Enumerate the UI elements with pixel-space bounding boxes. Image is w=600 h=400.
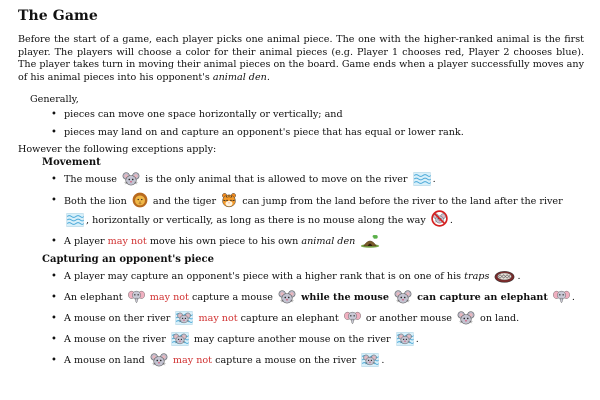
rule-text: capture a mouse on the river (215, 355, 357, 366)
rule-text: A mouse on land (64, 355, 145, 366)
rule-emphasis: animal den (301, 236, 356, 247)
rule-text: Both the lion (64, 196, 127, 207)
rule-text: . (432, 174, 436, 185)
mouse-in-river-icon (361, 353, 379, 367)
no-mouse-icon (431, 210, 448, 227)
trap-icon (494, 269, 515, 283)
red-emphasis: may not (149, 292, 189, 303)
elephant-icon (128, 289, 145, 304)
list-item: Both the lion and the tiger can jump fro… (18, 192, 584, 229)
bold-text: while the mouse (301, 292, 389, 303)
tiger-icon (221, 192, 237, 208)
capturing-heading: Capturing an opponent's piece (42, 254, 214, 265)
rule-text: . (381, 355, 385, 366)
mouse-icon (394, 290, 412, 304)
mouse-in-river-icon (171, 332, 189, 346)
list-item: pieces can move one space horizontally o… (18, 108, 584, 122)
river-icon (413, 172, 431, 186)
exceptions-intro: However the following exceptions apply: (18, 144, 217, 155)
list-item: An elephant may not capture a mouse whil… (18, 289, 584, 306)
mouse-icon (457, 311, 475, 325)
rule-text: capture an elephant (240, 313, 339, 324)
generally-label: Generally, (30, 94, 79, 105)
rule-text: The mouse (64, 174, 117, 185)
rule-text: . (571, 292, 575, 303)
rule-text: A mouse on ther river (64, 313, 171, 324)
rule-text: An elephant (64, 292, 123, 303)
list-item: pieces may land on and capture an oppone… (18, 126, 584, 140)
rule-text: may capture another mouse on the river (193, 334, 391, 345)
mouse-in-river-icon (175, 311, 193, 325)
rule-text: or another mouse (365, 313, 452, 324)
intro-paragraph: Before the start of a game, each player … (18, 34, 584, 84)
rule-text: on land. (480, 313, 520, 324)
list-item: The mouse is the only animal that is all… (18, 171, 584, 188)
list-item: A mouse on the river may capture another… (18, 331, 584, 348)
rule-text: is the only animal that is allowed to mo… (145, 174, 408, 185)
list-item: A player may capture an opponent's piece… (18, 268, 584, 285)
intro-text: Before the start of a game, each player … (18, 34, 584, 83)
rule-text: . (415, 334, 419, 345)
intro-emphasis: animal den (212, 71, 267, 83)
elephant-icon (344, 310, 361, 325)
list-item: A mouse on ther river may not capture an… (18, 310, 584, 327)
red-emphasis: may not (107, 236, 147, 247)
lion-icon (132, 192, 148, 208)
intro-end: . (266, 71, 270, 83)
mouse-icon (122, 172, 140, 186)
capturing-rules-list: A player may capture an opponent's piece… (18, 268, 584, 369)
rule-text: move his own piece to his own (149, 236, 299, 247)
rule-text: can jump from the land before the river … (242, 196, 563, 207)
list-item: A mouse on land may not capture a mouse … (18, 352, 584, 369)
rule-text: . (517, 271, 521, 282)
rule-text: , horizontally or vertically, as long as… (86, 215, 426, 226)
list-item: A player may not move his own piece to h… (18, 233, 584, 250)
document-page: The Game Before the start of a game, eac… (18, 8, 584, 373)
mouse-icon (278, 290, 296, 304)
rule-text: capture a mouse (191, 292, 273, 303)
red-emphasis: may not (198, 313, 238, 324)
bold-text: can capture an elephant (417, 292, 548, 303)
movement-rules-list: The mouse is the only animal that is all… (18, 171, 584, 250)
rule-text: A player may capture an opponent's piece… (64, 271, 462, 282)
rule-text: A mouse on the river (64, 334, 166, 345)
red-emphasis: may not (172, 355, 213, 366)
rule-text: A player (64, 236, 105, 247)
section-title: The Game (18, 8, 98, 24)
rule-text: . (449, 215, 453, 226)
rule-text: and the tiger (152, 196, 217, 207)
general-rules-list: pieces can move one space horizontally o… (18, 108, 584, 140)
rule-emphasis: traps (464, 271, 490, 282)
mouse-icon (150, 353, 168, 367)
movement-heading: Movement (42, 157, 101, 168)
elephant-icon (553, 289, 570, 304)
river-icon (66, 213, 84, 227)
animal-den-icon (360, 233, 380, 248)
mouse-in-river-icon (396, 332, 414, 346)
